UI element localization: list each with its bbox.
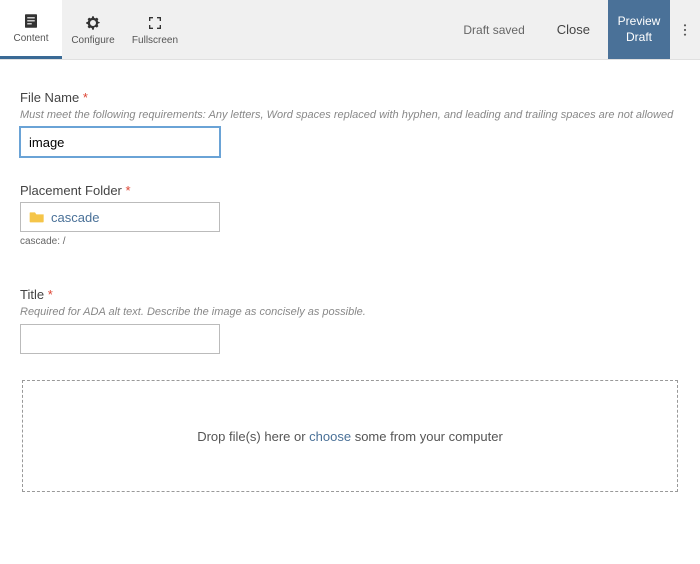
required-asterisk: *: [126, 183, 131, 198]
tab-label: Content: [13, 33, 48, 44]
filename-label: File Name *: [20, 90, 680, 105]
filename-input[interactable]: [20, 127, 220, 157]
dropzone-prefix: Drop file(s) here or: [197, 429, 309, 444]
kebab-icon: [677, 22, 693, 38]
form-area: File Name * Must meet the following requ…: [0, 60, 700, 512]
required-asterisk: *: [83, 90, 88, 105]
tab-fullscreen[interactable]: Fullscreen: [124, 0, 186, 59]
toolbar-spacer: [186, 0, 449, 59]
folder-label: Placement Folder *: [20, 183, 680, 198]
title-help: Required for ADA alt text. Describe the …: [20, 306, 680, 318]
close-button[interactable]: Close: [539, 0, 608, 59]
more-menu-button[interactable]: [670, 0, 700, 59]
field-filename: File Name * Must meet the following requ…: [20, 90, 680, 157]
folder-picker[interactable]: cascade: [20, 202, 220, 232]
dropzone-text: Drop file(s) here or choose some from yo…: [197, 429, 503, 444]
toolbar: Content Configure Fullscreen Draft saved…: [0, 0, 700, 60]
label-text: File Name: [20, 90, 79, 105]
tab-label: Configure: [71, 35, 114, 46]
label-text: Placement Folder: [20, 183, 122, 198]
dropzone-suffix: some from your computer: [351, 429, 503, 444]
file-dropzone[interactable]: Drop file(s) here or choose some from yo…: [22, 380, 678, 492]
folder-value: cascade: [51, 210, 99, 225]
preview-draft-button[interactable]: Preview Draft: [608, 0, 670, 59]
title-label: Title *: [20, 287, 680, 302]
required-asterisk: *: [48, 287, 53, 302]
tab-content[interactable]: Content: [0, 0, 62, 59]
gear-icon: [84, 14, 102, 32]
tab-configure[interactable]: Configure: [62, 0, 124, 59]
filename-help: Must meet the following requirements: An…: [20, 109, 680, 121]
field-placement-folder: Placement Folder * cascade cascade: /: [20, 183, 680, 247]
choose-file-link[interactable]: choose: [309, 429, 351, 444]
label-text: Title: [20, 287, 44, 302]
draft-status: Draft saved: [449, 0, 538, 59]
folder-icon: [29, 210, 45, 224]
content-icon: [22, 12, 40, 30]
field-title: Title * Required for ADA alt text. Descr…: [20, 287, 680, 354]
fullscreen-icon: [146, 14, 164, 32]
tab-label: Fullscreen: [132, 35, 178, 46]
folder-path: cascade: /: [20, 236, 680, 247]
title-input[interactable]: [20, 324, 220, 354]
